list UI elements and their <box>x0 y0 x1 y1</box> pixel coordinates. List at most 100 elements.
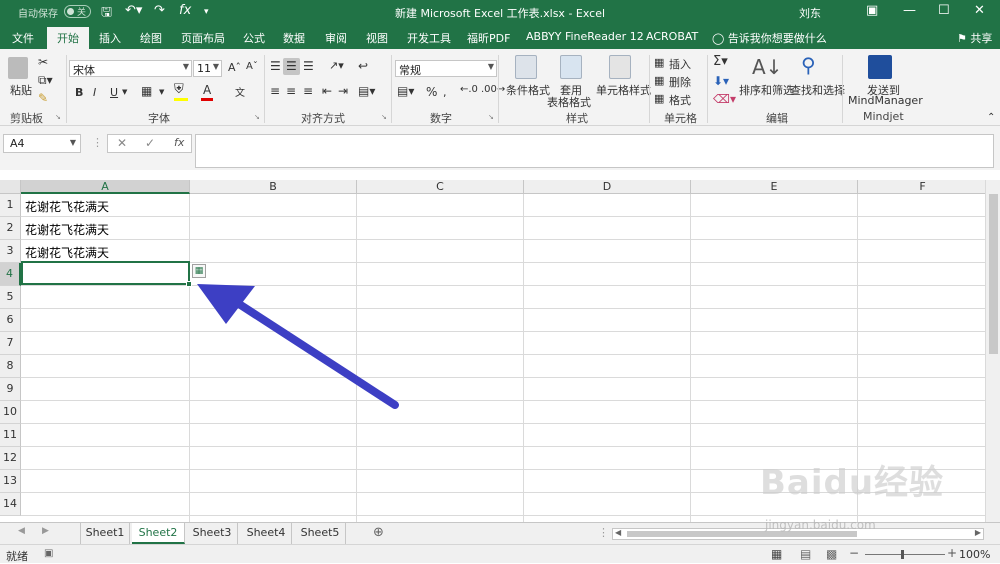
insert-cells-icon[interactable]: ▦ <box>654 56 664 69</box>
zoom-slider[interactable] <box>865 550 945 559</box>
cell-a2[interactable]: 花谢花飞花满天 <box>25 221 109 238</box>
user-name[interactable]: 刘东 <box>799 5 821 21</box>
row-header-6[interactable]: 6 <box>0 309 21 332</box>
fill-handle[interactable] <box>186 281 192 287</box>
delete-cells-icon[interactable]: ▦ <box>654 74 664 87</box>
tab-formulas[interactable]: 公式 <box>243 30 265 46</box>
increase-decimal-icon[interactable]: ←.0 <box>460 84 478 95</box>
row-header-5[interactable]: 5 <box>0 286 21 309</box>
paste-icon[interactable] <box>8 57 28 79</box>
cut-icon[interactable]: ✂ <box>38 55 48 69</box>
row-header-11[interactable]: 11 <box>0 424 21 447</box>
orientation-icon[interactable]: ↗▾ <box>329 59 344 72</box>
row-header-3[interactable]: 3 <box>0 240 21 263</box>
select-all-corner[interactable] <box>0 180 21 194</box>
row-header-7[interactable]: 7 <box>0 332 21 355</box>
align-right-icon[interactable]: ≡ <box>303 84 313 98</box>
column-header-e[interactable]: E <box>691 180 858 194</box>
decrease-indent-icon[interactable]: ⇤ <box>322 84 332 98</box>
chevron-down-icon[interactable]: ▼ <box>159 88 164 96</box>
row-header-10[interactable]: 10 <box>0 401 21 424</box>
zoom-in-icon[interactable]: + <box>947 546 957 560</box>
accounting-format-icon[interactable]: ▤▾ <box>397 84 414 98</box>
tab-abbyy[interactable]: ABBYY FineReader 12 <box>526 30 644 43</box>
borders-icon[interactable]: ▦ <box>141 84 152 98</box>
insert-cells-button[interactable]: 插入 <box>669 56 691 72</box>
sheet-tab-5[interactable]: Sheet5 <box>295 523 346 544</box>
font-size-select[interactable]: 11 ▼ <box>193 60 222 77</box>
cell-styles-button[interactable]: 单元格样式 <box>596 82 651 98</box>
new-sheet-icon[interactable]: ⊕ <box>373 525 384 540</box>
find-select-button[interactable]: 查找和选择 <box>790 82 845 98</box>
sheet-tab-3[interactable]: Sheet3 <box>187 523 238 544</box>
tab-home[interactable]: 开始 <box>47 27 89 49</box>
tell-me-box[interactable]: ◯ 告诉我你想要做什么 <box>712 30 827 46</box>
decrease-font-icon[interactable]: Aˇ <box>246 61 258 72</box>
number-launcher-icon[interactable]: ↘ <box>488 113 494 121</box>
sheet-tab-4[interactable]: Sheet4 <box>241 523 292 544</box>
format-cells-button[interactable]: 格式 <box>669 92 691 108</box>
cell-a3[interactable]: 花谢花飞花满天 <box>25 244 109 261</box>
paste-options-icon[interactable]: ▦ <box>192 264 206 278</box>
bold-button[interactable]: B <box>75 86 83 99</box>
row-header-12[interactable]: 12 <box>0 447 21 470</box>
sheet-tab-1[interactable]: Sheet1 <box>80 523 130 544</box>
maximize-icon[interactable]: ☐ <box>938 3 950 18</box>
normal-view-icon[interactable]: ▦ <box>771 547 782 561</box>
tab-page-layout[interactable]: 页面布局 <box>181 30 225 46</box>
zoom-out-icon[interactable]: − <box>849 546 859 560</box>
column-header-c[interactable]: C <box>357 180 524 194</box>
phonetic-icon[interactable]: 文 <box>235 84 245 99</box>
align-bottom-icon[interactable]: ☰ <box>303 59 314 73</box>
row-header-13[interactable]: 13 <box>0 470 21 493</box>
font-color-icon[interactable]: A <box>203 83 211 97</box>
column-header-b[interactable]: B <box>190 180 357 194</box>
conditional-format-button[interactable]: 条件格式 <box>506 82 550 98</box>
active-cell-a4[interactable] <box>21 261 190 285</box>
minimize-icon[interactable]: — <box>903 3 916 18</box>
increase-indent-icon[interactable]: ⇥ <box>338 84 348 98</box>
enter-icon[interactable]: ✓ <box>145 136 155 150</box>
collapse-ribbon-icon[interactable]: ⌃ <box>987 112 995 123</box>
decrease-decimal-icon[interactable]: .00→ <box>481 84 505 95</box>
fill-icon[interactable]: ⬇▾ <box>713 74 729 88</box>
tab-file[interactable]: 文件 <box>12 30 34 46</box>
tab-developer[interactable]: 开发工具 <box>407 30 451 46</box>
clear-icon[interactable]: ⌫▾ <box>713 92 736 106</box>
row-header-14[interactable]: 14 <box>0 493 21 516</box>
tab-review[interactable]: 审阅 <box>325 30 347 46</box>
tab-acrobat[interactable]: ACROBAT <box>646 30 698 43</box>
scroll-right-arrow-icon[interactable]: ▶ <box>975 528 981 537</box>
comma-style-icon[interactable]: , <box>443 86 447 99</box>
row-header-2[interactable]: 2 <box>0 217 21 240</box>
autosum-icon[interactable]: Σ▾ <box>713 54 728 69</box>
scroll-right-icon[interactable]: ▶ <box>42 526 49 536</box>
italic-button[interactable]: I <box>93 86 96 99</box>
ribbon-display-icon[interactable]: ▣ <box>866 3 878 18</box>
underline-button[interactable]: U <box>110 86 118 99</box>
percent-button[interactable]: % <box>426 85 437 99</box>
format-cells-icon[interactable]: ▦ <box>654 92 664 105</box>
merge-center-icon[interactable]: ▤▾ <box>358 84 375 98</box>
align-left-icon[interactable]: ≡ <box>270 84 280 98</box>
row-header-8[interactable]: 8 <box>0 355 21 378</box>
row-header-1[interactable]: 1 <box>0 194 21 217</box>
row-header-4[interactable]: 4 <box>0 263 21 286</box>
page-layout-view-icon[interactable]: ▤ <box>800 547 811 561</box>
format-painter-icon[interactable]: ✎ <box>38 91 48 105</box>
paste-button[interactable]: 粘贴 <box>10 82 32 98</box>
clipboard-launcher-icon[interactable]: ↘ <box>55 113 61 121</box>
tab-view[interactable]: 视图 <box>366 30 388 46</box>
insert-function-icon[interactable]: fx <box>174 136 184 149</box>
tab-foxit-pdf[interactable]: 福昕PDF <box>467 30 510 46</box>
copy-icon[interactable]: ⧉▾ <box>38 73 53 88</box>
row-header-9[interactable]: 9 <box>0 378 21 401</box>
column-header-f[interactable]: F <box>858 180 988 194</box>
cancel-icon[interactable]: ✕ <box>117 136 127 150</box>
increase-font-icon[interactable]: Aˆ <box>228 61 241 74</box>
macro-record-icon[interactable]: ▣ <box>44 548 53 559</box>
zoom-level[interactable]: 100% <box>959 548 990 561</box>
alignment-launcher-icon[interactable]: ↘ <box>381 113 387 121</box>
scroll-thumb[interactable] <box>989 194 998 354</box>
chevron-down-icon[interactable]: ▼ <box>122 88 127 96</box>
